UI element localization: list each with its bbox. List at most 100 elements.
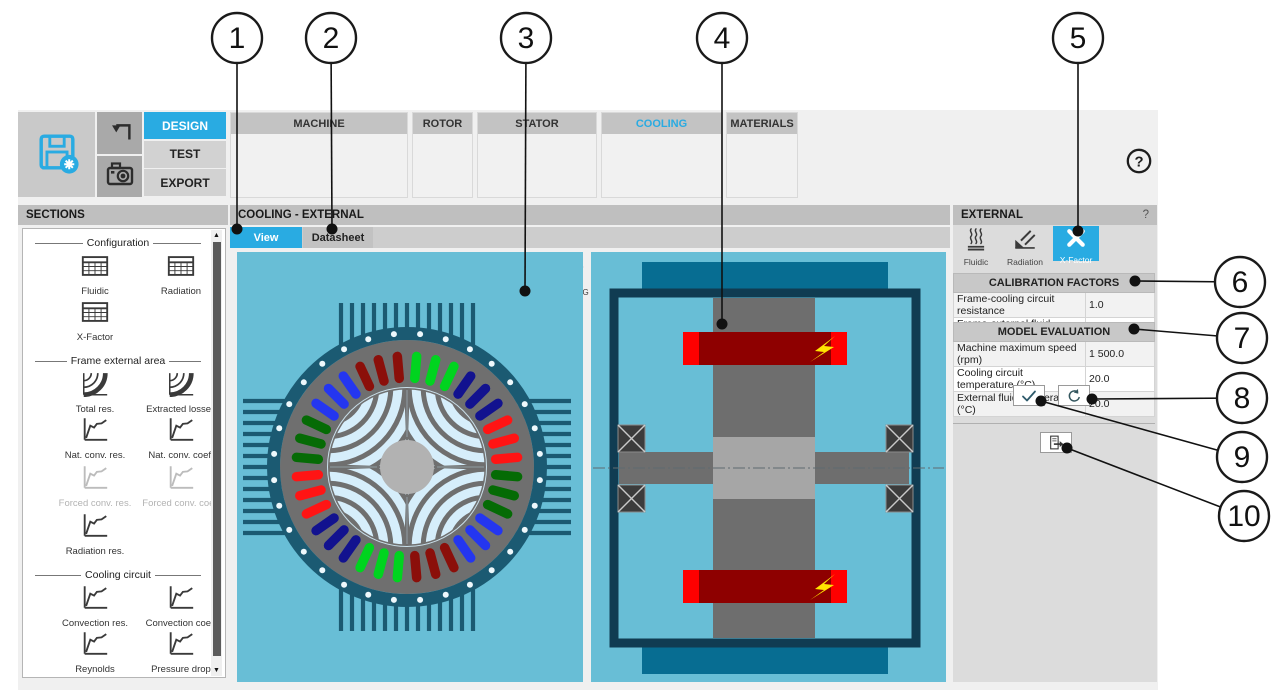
camera-icon [102,158,138,195]
arc-layers-icon [166,369,196,402]
table-row: External fluid temperature (°C) 20.0 [953,391,1155,417]
right-panel-title-bar: EXTERNAL ? [953,205,1157,225]
help-button[interactable]: ? [1125,147,1153,180]
section-item-label: Nat. conv. coef. [148,450,214,461]
section-item-label: Radiation res. [65,546,125,557]
fluidic-icon [963,226,989,257]
curve-icon [80,463,110,496]
section-item-label: Nat. conv. res. [64,450,126,461]
ribbon-group-label: STATOR [478,113,596,134]
ribbon-group-materials: MATERIALSMATERIALS [726,112,798,297]
tab-view[interactable]: View [230,227,302,248]
export-results-button[interactable] [1040,432,1072,453]
row-label: Machine maximum speed (rpm) [953,341,1086,367]
radial-view[interactable] [237,252,583,682]
panel-tab-label: X-Factor [1059,255,1093,265]
ribbon-group-label: MATERIALS [727,113,797,134]
table-icon [80,253,110,284]
section-group-header: Frame external area [31,355,205,367]
ribbon-group-label: COOLING [602,113,721,134]
section-item-label: Radiation [160,286,202,297]
section-group-header: Cooling circuit [31,569,205,581]
curve-icon [166,583,196,616]
ribbon-group-rotor: ROTORSALIENCY [412,112,473,297]
scroll-up-icon[interactable]: ▲ [211,230,222,241]
return-arrow-button[interactable] [97,112,142,154]
ribbon-group-label: ROTOR [413,113,472,134]
model-evaluation-table: MODEL EVALUATION Machine maximum speed (r… [953,322,1155,417]
panel-tab-label: Radiation [1007,257,1043,267]
svg-text:2: 2 [323,22,340,55]
section-item-label: X-Factor [76,332,114,343]
svg-text:9: 9 [1234,441,1251,474]
curve-icon [166,629,196,662]
svg-text:6: 6 [1232,266,1249,299]
svg-text:7: 7 [1234,322,1251,355]
svg-text:3: 3 [518,22,535,55]
arc-layers-icon [80,369,110,402]
x-factor-icon [1064,226,1088,255]
screenshot-button[interactable] [97,156,142,197]
panel-tab-label: Fluidic [963,257,989,267]
return-arrow-icon [103,116,137,151]
svg-text:8: 8 [1234,382,1251,415]
ribbon-group-cooling: COOLINGEXTERNALINTERNAL [601,112,722,297]
mode-tab-export[interactable]: EXPORT [144,169,226,197]
panel-divider [953,423,1155,424]
curve-icon [166,415,196,448]
curve-icon [80,511,110,544]
page-title: COOLING - EXTERNAL [230,205,950,225]
ribbon-group-stator: STATORSLOTWINDING [477,112,597,297]
row-label: Frame-cooling circuit resistance [953,292,1086,318]
section-item-label: Fluidic [81,286,109,297]
section-item-label: Forced conv. res. [58,498,132,509]
row-value[interactable]: 20.0 [1085,391,1155,417]
application-window: DESIGNTESTEXPORT MACHINETOPOLOGYHOUSINGS… [0,0,1285,700]
panel-help-label[interactable]: ? [1143,209,1149,221]
apply-button[interactable] [1013,385,1045,406]
curve-icon [166,463,196,496]
mode-tab-design[interactable]: DESIGN [144,112,226,139]
svg-text:?: ? [1134,154,1143,170]
curve-icon [80,415,110,448]
section-item-total-res[interactable]: Total res. [51,369,139,415]
save-button[interactable] [18,112,95,197]
ribbon-group-label: MACHINE [231,113,407,134]
row-value[interactable]: 20.0 [1085,366,1155,392]
section-item-label: Total res. [75,404,115,415]
row-value[interactable]: 1 500.0 [1085,341,1155,367]
svg-text:4: 4 [714,22,731,55]
panel-tab-fluidic[interactable]: Fluidic [955,226,997,267]
section-item-label: Forced conv. coef. [142,498,220,509]
tab-datasheet[interactable]: Datasheet [303,227,373,248]
reset-button[interactable] [1058,385,1090,406]
curve-icon [80,629,110,662]
panel-tab-x-factor[interactable]: X-Factor [1053,226,1099,265]
radiation-icon [1012,226,1038,257]
section-item-nat-conv-res[interactable]: Nat. conv. res. [51,415,139,461]
section-item-label: Convection res. [61,618,128,629]
table-icon [80,299,110,330]
row-value[interactable]: 1.0 [1085,292,1155,318]
section-group-header: Configuration [31,237,205,249]
sections-panel-title: SECTIONS [18,205,228,225]
section-item-fluidic[interactable]: Fluidic [51,253,139,297]
table-row: Cooling circuit temperature (°C) 20.0 [953,366,1155,392]
mode-tab-test[interactable]: TEST [144,140,226,168]
curve-icon [80,583,110,616]
scrollbar-thumb[interactable] [212,242,221,656]
section-item-convection-res[interactable]: Convection res. [51,583,139,629]
section-item-radiation-res[interactable]: Radiation res. [51,511,139,557]
svg-text:10: 10 [1227,500,1260,533]
section-item-label: Pressure drop [151,664,211,675]
section-item-reynolds[interactable]: Reynolds [51,629,139,675]
section-item-x-factor[interactable]: X-Factor [51,299,139,343]
panel-tab-radiation[interactable]: Radiation [999,226,1051,267]
sidebar-scrollbar[interactable]: ▲ ▼ [211,230,222,676]
save-icon [34,129,80,180]
scroll-down-icon[interactable]: ▼ [211,665,222,676]
axial-view[interactable] [591,252,946,682]
section-item-forced-conv-res: Forced conv. res. [51,463,139,509]
section-item-label: Convection coef. [145,618,217,629]
sections-panel: Configuration Fluidic Radiation X-Factor Fra… [22,228,226,678]
